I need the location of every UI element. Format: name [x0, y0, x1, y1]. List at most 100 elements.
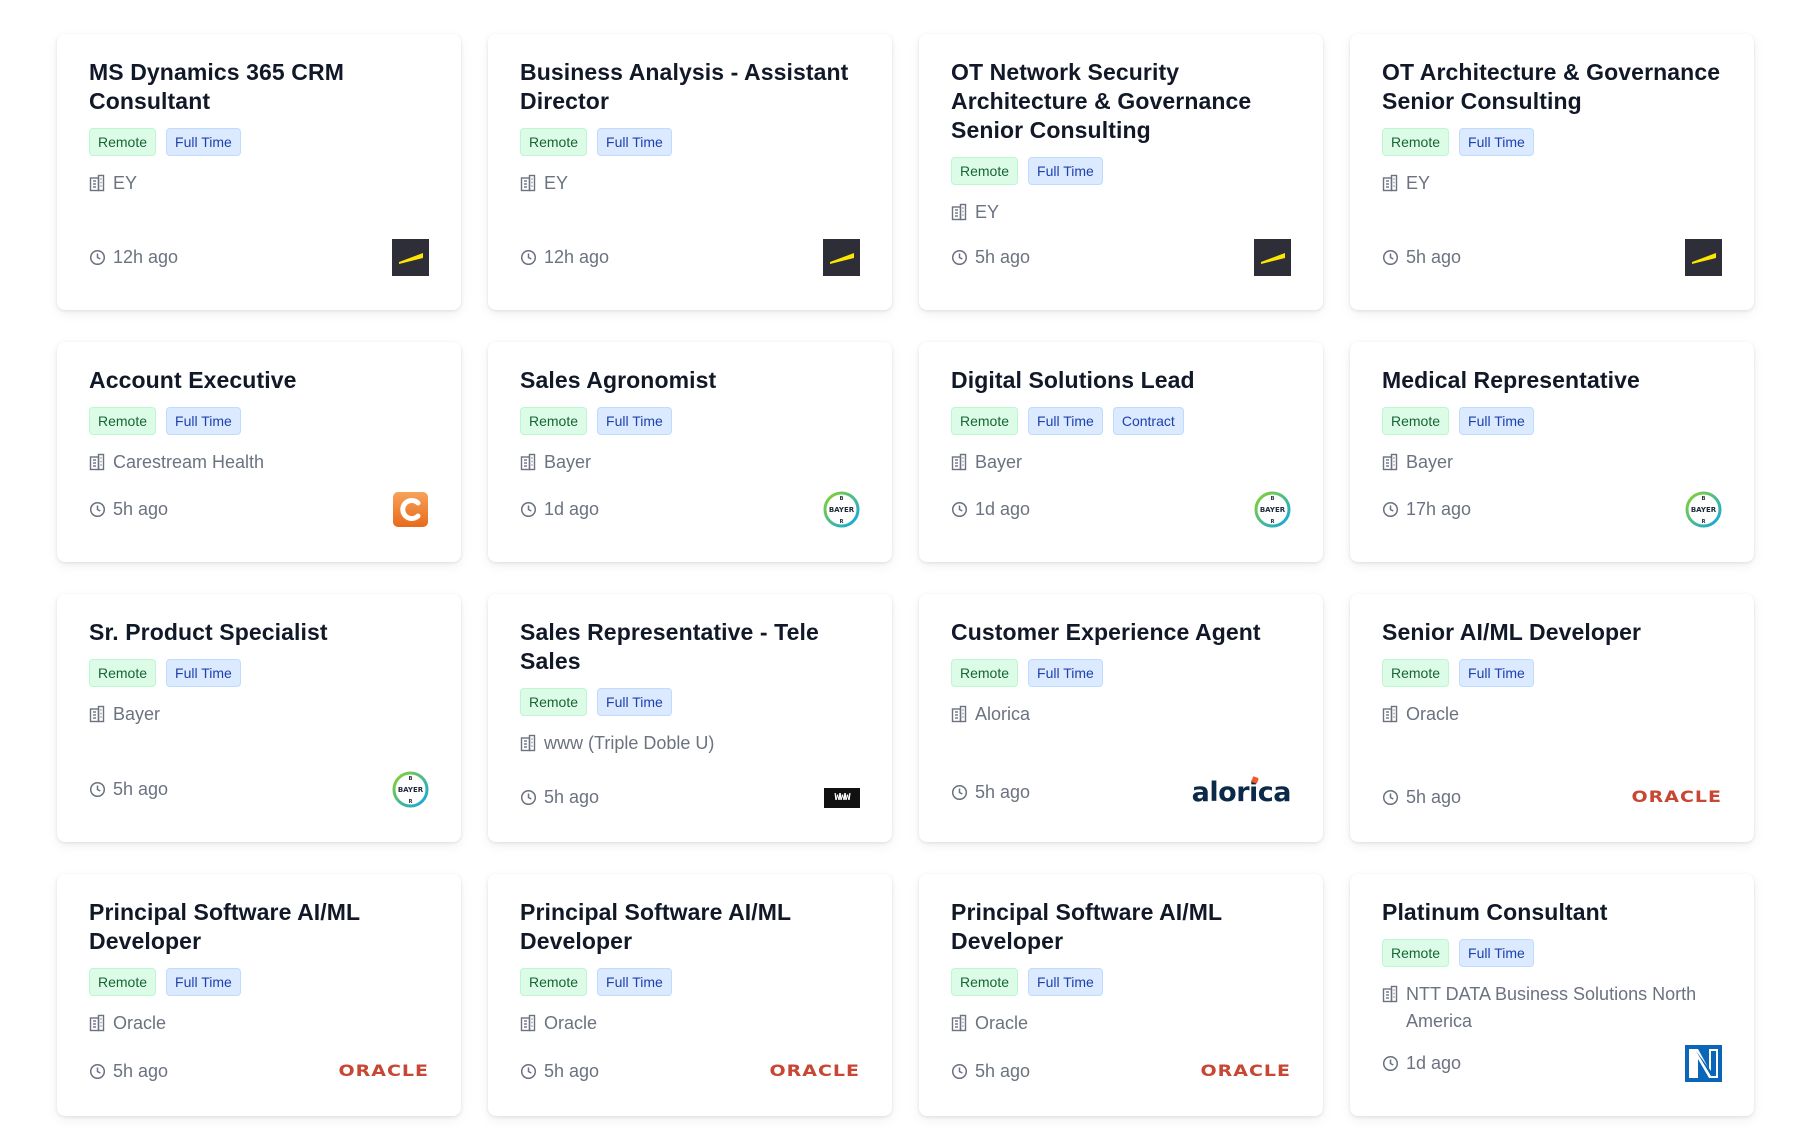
- job-card[interactable]: Principal Software AI/ML Developer Remote…: [488, 874, 892, 1116]
- job-title[interactable]: Principal Software AI/ML Developer: [89, 898, 429, 956]
- posted-time-text: 5h ago: [544, 1060, 600, 1081]
- job-title[interactable]: Sr. Product Specialist: [89, 618, 429, 647]
- job-tag-remote: Remote: [520, 407, 588, 435]
- card-footer: 12h ago: [520, 239, 860, 276]
- building-icon: [1382, 170, 1398, 200]
- company-row: Oracle: [951, 1010, 1291, 1040]
- job-tags: Remote Full Time: [951, 157, 1291, 185]
- job-card[interactable]: Digital Solutions Lead Remote Full Time Con…: [919, 342, 1323, 562]
- job-title[interactable]: OT Network Security Architecture & Gover…: [951, 58, 1291, 145]
- company-logo: BAYER B R: [392, 771, 429, 808]
- bayer-logo-icon: BAYER B R: [1254, 491, 1291, 528]
- job-tags: Remote Full Time: [520, 688, 860, 716]
- posted-time-text: 5h ago: [113, 1060, 169, 1081]
- company-row: Bayer: [1382, 449, 1722, 479]
- job-title[interactable]: Digital Solutions Lead: [951, 366, 1291, 395]
- card-footer: 5h ago: [1382, 239, 1722, 276]
- posted-time-text: 17h ago: [1406, 499, 1472, 519]
- job-card[interactable]: Customer Experience Agent Remote Full Time…: [919, 594, 1323, 842]
- company-row: Alorica: [951, 701, 1291, 731]
- posted-time: 5h ago: [89, 499, 168, 520]
- job-tag-remote: Remote: [1382, 939, 1450, 967]
- posted-time: 12h ago: [520, 247, 609, 268]
- posted-time-text: 1d ago: [544, 499, 600, 519]
- oracle-logo-icon: ORACLE: [769, 1061, 860, 1081]
- job-tag-fulltime: Full Time: [597, 968, 672, 996]
- job-title[interactable]: Business Analysis - Assistant Director: [520, 58, 860, 116]
- job-card[interactable]: Principal Software AI/ML Developer Remote…: [57, 874, 461, 1116]
- bayer-logo-icon: BAYER B R: [392, 771, 429, 808]
- company-name: Bayer: [1406, 452, 1454, 472]
- job-tag-remote: Remote: [89, 128, 157, 156]
- posted-time-text: 12h ago: [544, 247, 610, 267]
- job-title[interactable]: Principal Software AI/ML Developer: [951, 898, 1291, 956]
- building-icon: [520, 170, 536, 200]
- job-card[interactable]: Sales Representative - Tele Sales Remote F…: [488, 594, 892, 842]
- posted-time: 5h ago: [951, 1061, 1030, 1082]
- building-icon: [951, 199, 967, 229]
- company-name: Oracle: [544, 1013, 598, 1033]
- job-tag-fulltime: Full Time: [1459, 128, 1534, 156]
- building-icon: [520, 1010, 536, 1040]
- job-card[interactable]: Senior AI/ML Developer Remote Full Time Ora…: [1350, 594, 1754, 842]
- job-tag-fulltime: Full Time: [1028, 407, 1103, 435]
- job-tag-remote: Remote: [89, 659, 157, 687]
- job-title[interactable]: Platinum Consultant: [1382, 898, 1722, 927]
- job-tags: Remote Full Time: [951, 968, 1291, 996]
- job-tags: Remote Full Time: [520, 128, 860, 156]
- ey-logo-icon: [823, 239, 860, 276]
- job-tag-remote: Remote: [89, 407, 157, 435]
- job-card[interactable]: MS Dynamics 365 CRM Consultant Remote Full…: [57, 34, 461, 310]
- job-title[interactable]: Customer Experience Agent: [951, 618, 1291, 647]
- clock-icon: [520, 501, 537, 518]
- company-row: EY: [89, 170, 429, 200]
- job-title[interactable]: Principal Software AI/ML Developer: [520, 898, 860, 956]
- posted-time: 1d ago: [1382, 1053, 1461, 1074]
- job-title[interactable]: Sales Agronomist: [520, 366, 860, 395]
- job-card[interactable]: Sr. Product Specialist Remote Full Time Bay…: [57, 594, 461, 842]
- job-card[interactable]: Account Executive Remote Full Time Carestre…: [57, 342, 461, 562]
- card-footer: 5h ago BAYER B R: [89, 771, 429, 808]
- company-name: Bayer: [113, 704, 161, 724]
- ey-logo-icon: [1254, 239, 1291, 276]
- company-name: Carestream Health: [113, 452, 265, 472]
- svg-text:R: R: [409, 799, 413, 805]
- job-title[interactable]: Medical Representative: [1382, 366, 1722, 395]
- company-logo: [392, 491, 429, 528]
- job-title[interactable]: Senior AI/ML Developer: [1382, 618, 1722, 647]
- card-footer: 12h ago: [89, 239, 429, 276]
- www-logo-icon: WWW: [824, 787, 860, 808]
- job-card[interactable]: Business Analysis - Assistant Director Re…: [488, 34, 892, 310]
- ey-logo-icon: [1685, 239, 1722, 276]
- posted-time: 1d ago: [520, 499, 599, 520]
- company-name: Alorica: [975, 704, 1031, 724]
- company-name: Oracle: [1406, 704, 1460, 724]
- job-tag-fulltime: Full Time: [1028, 968, 1103, 996]
- job-tags: Remote Full Time: [1382, 939, 1722, 967]
- job-title[interactable]: Sales Representative - Tele Sales: [520, 618, 860, 676]
- job-card[interactable]: Principal Software AI/ML Developer Remote…: [919, 874, 1323, 1116]
- clock-icon: [89, 781, 106, 798]
- svg-text:BAYER: BAYER: [1260, 506, 1286, 514]
- job-card[interactable]: Sales Agronomist Remote Full Time Bayer 1d a…: [488, 342, 892, 562]
- company-logo: [392, 239, 429, 276]
- posted-time: 5h ago: [951, 247, 1030, 268]
- posted-time-text: 1d ago: [1406, 1053, 1462, 1073]
- job-tags: Remote Full Time: [89, 407, 429, 435]
- job-tag-fulltime: Full Time: [166, 968, 241, 996]
- job-card[interactable]: Platinum Consultant Remote Full Time NTT DA…: [1350, 874, 1754, 1116]
- company-logo: [823, 239, 860, 276]
- building-icon: [520, 730, 536, 760]
- building-icon: [951, 1010, 967, 1040]
- job-card[interactable]: OT Architecture & Governance Senior Cons…: [1350, 34, 1754, 310]
- company-row: Oracle: [89, 1010, 429, 1040]
- job-card[interactable]: Medical Representative Remote Full Time Bay…: [1350, 342, 1754, 562]
- job-tag-remote: Remote: [951, 659, 1019, 687]
- svg-text:B: B: [840, 496, 844, 502]
- job-title[interactable]: OT Architecture & Governance Senior Cons…: [1382, 58, 1722, 116]
- job-title[interactable]: MS Dynamics 365 CRM Consultant: [89, 58, 429, 116]
- building-icon: [1382, 981, 1398, 1011]
- clock-icon: [520, 249, 537, 266]
- job-title[interactable]: Account Executive: [89, 366, 429, 395]
- job-card[interactable]: OT Network Security Architecture & Gover…: [919, 34, 1323, 310]
